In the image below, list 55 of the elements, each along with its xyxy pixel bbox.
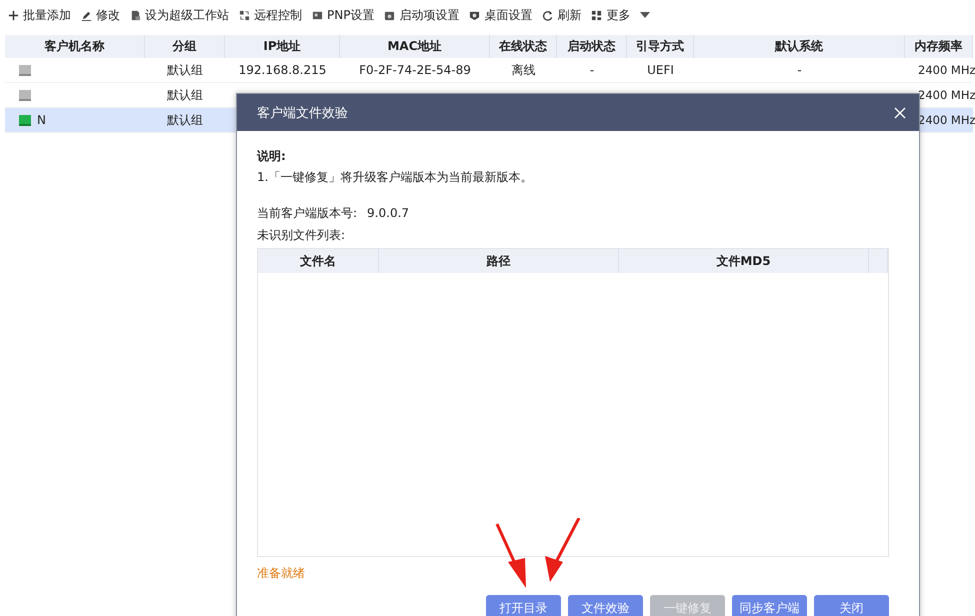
table-cell: N [37, 113, 46, 127]
column-header: 分组 [145, 35, 225, 58]
table-cell: - [590, 63, 594, 77]
status-text: 准备就绪 [257, 565, 306, 581]
list-label: 未识别文件列表: [257, 227, 346, 244]
toolbar-button[interactable]: 启动项设置 [382, 4, 462, 26]
toolbar-button[interactable]: 修改 [79, 4, 122, 26]
arrow-annotation [496, 523, 526, 588]
table-cell: 2400 MHz [918, 113, 975, 127]
toolbar-button[interactable]: 更多 [589, 4, 652, 26]
arrow-annotation [545, 518, 580, 582]
table-cell: 默认组 [167, 112, 203, 128]
shield-icon [469, 10, 480, 20]
close-icon[interactable] [893, 106, 907, 120]
refresh-icon [542, 10, 554, 20]
table-row[interactable]: 默认组 192.168.8.215 F0-2F-74-2E-54-89 离线 - UEFI - 2400 MHz [5, 58, 973, 83]
card-icon [312, 10, 323, 20]
note-text: 1.「一键修复」将升级客户端版本为当前最新版本。 [257, 169, 534, 186]
toolbar-button[interactable]: PNP设置 [310, 4, 376, 26]
pencil-icon [81, 10, 92, 20]
toolbar-button[interactable]: 桌面设置 [467, 4, 534, 26]
table-cell: 默认组 [167, 62, 203, 78]
column-header: IP地址 [225, 35, 340, 58]
column-header: 内存频率 [905, 35, 973, 58]
column-header: 在线状态 [490, 35, 557, 58]
table-cell: F0-2F-74-2E-54-89 [359, 63, 471, 77]
calendar-icon [384, 10, 396, 20]
column-header: 客户机名称 [5, 35, 145, 58]
toolbar-button[interactable]: 刷新 [540, 4, 584, 26]
column-header: 文件MD5 [619, 249, 869, 273]
table-cell: 192.168.8.215 [238, 63, 326, 77]
table-cell: 2400 MHz [918, 63, 975, 77]
column-header: 引导方式 [627, 35, 694, 58]
plus-icon [8, 10, 19, 20]
remote-icon [239, 10, 250, 20]
toolbar-button[interactable]: 批量添加 [6, 4, 73, 26]
column-header: MAC地址 [340, 35, 490, 58]
column-header: 启动状态 [557, 35, 627, 58]
table-cell: 2400 MHz [918, 88, 975, 102]
document-icon [130, 10, 141, 20]
column-header: 默认系统 [694, 35, 905, 58]
column-header: 文件名 [258, 249, 379, 273]
table-cell: - [797, 63, 802, 77]
version-label: 当前客户端版本号: [257, 205, 358, 222]
toolbar-button[interactable]: 远程控制 [237, 4, 304, 26]
dialog-title: 客户端文件效验 [257, 104, 348, 122]
table-cell: 默认组 [167, 86, 203, 104]
toolbar-button[interactable]: 设为超级工作站 [128, 4, 231, 26]
table-cell: UEFI [647, 63, 674, 77]
version-value: 9.0.0.7 [367, 205, 410, 222]
grid-icon [591, 10, 602, 20]
column-header: 路径 [379, 249, 619, 273]
table-cell: 离线 [512, 62, 536, 78]
note-heading: 说明: [257, 148, 287, 165]
caret-icon [640, 12, 650, 18]
